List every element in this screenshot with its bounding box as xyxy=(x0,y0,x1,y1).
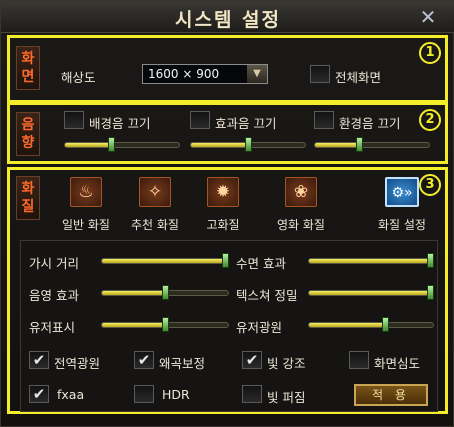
slider-thumb[interactable] xyxy=(427,285,434,300)
resolution-value: 1600 × 900 xyxy=(148,67,220,81)
preset-cinema-button[interactable]: ❀ 영화 화질 xyxy=(263,177,339,237)
light-emphasis-checkbox[interactable]: ✔ xyxy=(242,351,262,369)
chevron-down-icon: ▼ xyxy=(247,65,267,83)
slider-thumb[interactable] xyxy=(245,137,252,152)
fxaa-label: fxaa xyxy=(57,387,85,402)
ambient-mute-label: 환경음 끄기 xyxy=(339,116,401,131)
resolution-label: 해상도 xyxy=(61,70,96,85)
preset-recommended-button[interactable]: ✧ 추천 화질 xyxy=(117,177,193,237)
burst-icon: ✹ xyxy=(207,177,239,207)
shadow-effect-label: 음영 효과 xyxy=(29,288,79,303)
slider-thumb[interactable] xyxy=(427,253,434,268)
hdr-label: HDR xyxy=(162,387,190,402)
fxaa-checkbox[interactable]: ✔ xyxy=(29,385,49,403)
global-illumination-label: 전역광원 xyxy=(54,356,101,371)
close-icon[interactable]: ✕ xyxy=(417,6,439,28)
sfx-mute-checkbox[interactable] xyxy=(190,111,210,129)
view-distance-slider[interactable] xyxy=(101,253,229,268)
quality-custom-button[interactable]: ⚙» 화질 설정 xyxy=(364,177,440,237)
user-display-slider[interactable] xyxy=(101,317,229,332)
depth-of-field-label: 화면심도 xyxy=(374,356,421,371)
ambient-volume-slider[interactable] xyxy=(314,137,430,152)
slider-thumb[interactable] xyxy=(222,253,229,268)
slider-thumb[interactable] xyxy=(162,285,169,300)
quality-section-label: 화질 xyxy=(16,176,40,220)
window-title: 시스템 설정 xyxy=(174,9,281,31)
view-distance-label: 가시 거리 xyxy=(29,256,79,271)
fullscreen-label: 전체화면 xyxy=(335,70,382,85)
distortion-correction-checkbox[interactable]: ✔ xyxy=(134,351,154,369)
bgm-mute-checkbox[interactable] xyxy=(64,111,84,129)
annotation-badge-2: 2 xyxy=(419,109,441,131)
user-light-label: 유저광원 xyxy=(236,320,283,335)
texture-detail-label: 텍스쳐 정밀 xyxy=(236,288,298,303)
bloom-label: 빛 퍼짐 xyxy=(267,390,306,405)
water-effect-slider[interactable] xyxy=(308,253,434,268)
quality-detail-panel: 가시 거리 음영 효과 유저표시 수면 효과 텍스쳐 정밀 유저광원 ✔ 전역광… xyxy=(20,240,438,412)
fire-icon: ✧ xyxy=(139,177,171,207)
sfx-volume-slider[interactable] xyxy=(190,137,306,152)
user-light-slider[interactable] xyxy=(308,317,434,332)
sfx-mute-label: 효과음 끄기 xyxy=(215,116,277,131)
flame-icon: ♨ xyxy=(70,177,102,207)
slider-thumb[interactable] xyxy=(356,137,363,152)
lotus-icon: ❀ xyxy=(285,177,317,207)
system-settings-window: 시스템 설정 ✕ 1 화면 해상도 1600 × 900 ▼ 전체화면 2 음향… xyxy=(0,0,454,427)
global-illumination-checkbox[interactable]: ✔ xyxy=(29,351,49,369)
preset-normal-button[interactable]: ♨ 일반 화질 xyxy=(48,177,124,237)
apply-button[interactable]: 적 용 xyxy=(354,384,428,406)
hdr-checkbox[interactable] xyxy=(134,385,154,403)
slider-thumb[interactable] xyxy=(108,137,115,152)
resolution-dropdown[interactable]: 1600 × 900 ▼ xyxy=(142,64,268,84)
distortion-correction-label: 왜곡보정 xyxy=(159,356,206,371)
shadow-effect-slider[interactable] xyxy=(101,285,229,300)
sound-section: 2 음향 배경음 끄기 효과음 끄기 환경음 끄기 xyxy=(7,102,448,164)
annotation-badge-1: 1 xyxy=(419,42,441,64)
user-display-label: 유저표시 xyxy=(29,320,76,335)
fullscreen-checkbox[interactable] xyxy=(310,65,330,83)
slider-thumb[interactable] xyxy=(382,317,389,332)
water-effect-label: 수면 효과 xyxy=(236,256,286,271)
title-bar[interactable]: 시스템 설정 ✕ xyxy=(1,1,454,33)
display-section-label: 화면 xyxy=(16,46,40,90)
bgm-volume-slider[interactable] xyxy=(64,137,180,152)
bloom-checkbox[interactable] xyxy=(242,385,262,403)
depth-of-field-checkbox[interactable] xyxy=(349,351,369,369)
texture-detail-slider[interactable] xyxy=(308,285,434,300)
display-section: 1 화면 해상도 1600 × 900 ▼ 전체화면 xyxy=(7,35,448,103)
quality-section: 3 화질 ♨ 일반 화질 ✧ 추천 화질 ✹ 고화질 ❀ 영화 화질 ⚙» 화질… xyxy=(7,167,448,414)
sound-section-label: 음향 xyxy=(16,112,40,156)
light-emphasis-label: 빛 강조 xyxy=(267,356,306,371)
slider-thumb[interactable] xyxy=(162,317,169,332)
bgm-mute-label: 배경음 끄기 xyxy=(89,116,151,131)
preset-high-button[interactable]: ✹ 고화질 xyxy=(185,177,261,237)
gear-arrows-icon: ⚙» xyxy=(385,177,419,207)
ambient-mute-checkbox[interactable] xyxy=(314,111,334,129)
